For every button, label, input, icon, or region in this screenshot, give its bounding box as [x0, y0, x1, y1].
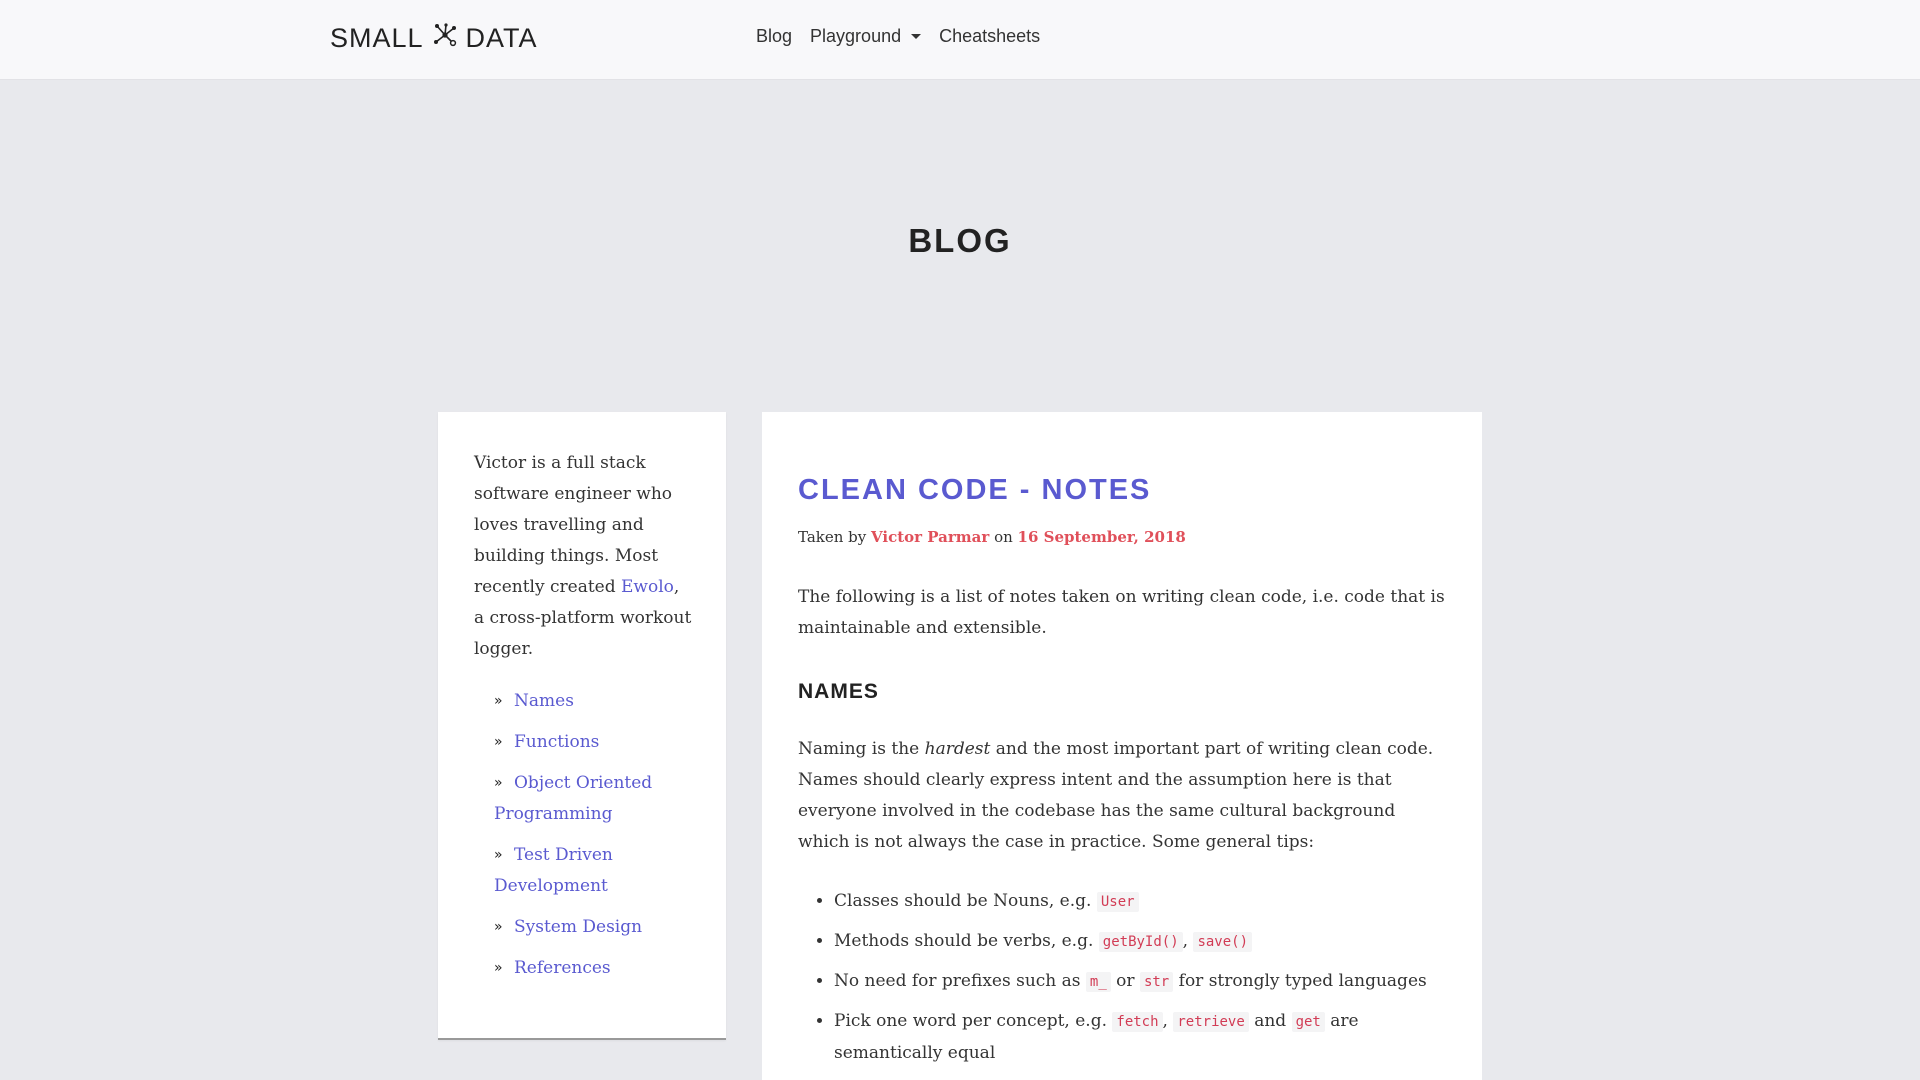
code-snippet: User: [1096, 892, 1139, 912]
tip-separator: ,: [1162, 1011, 1174, 1031]
caret-down-icon[interactable]: [911, 34, 922, 39]
code-snippet: m_: [1085, 972, 1111, 992]
tip-text: for strongly typed languages: [1173, 971, 1427, 991]
code-snippet: getById(): [1098, 932, 1183, 952]
tip-separator: and: [1248, 1011, 1292, 1031]
main-nav: Blog Playground Cheatsheets: [756, 26, 1058, 47]
toc-link-tdd[interactable]: Test Driven Development: [494, 845, 613, 896]
nav-cheatsheets-link[interactable]: Cheatsheets: [939, 26, 1040, 47]
top-navbar: SMALL DATA Blog Playground Cheatsheets: [0, 0, 1920, 80]
nav-playground-dropdown[interactable]: Playground: [810, 26, 922, 47]
toc-link-functions[interactable]: Functions: [514, 732, 599, 752]
code-snippet: fetch: [1112, 1012, 1163, 1032]
section-heading-names: NAMES: [798, 680, 879, 703]
list-item: No need for prefixes such as m_ or str f…: [834, 966, 1448, 998]
toc-item-functions: » Functions: [494, 727, 694, 758]
tip-text: Classes should be Nouns, e.g.: [834, 891, 1097, 911]
toc-item-names: » Names: [494, 686, 694, 717]
ewolo-link[interactable]: Ewolo: [621, 577, 674, 597]
nav-blog-link[interactable]: Blog: [756, 26, 792, 47]
list-item: Methods should be verbs, e.g. getById(),…: [834, 926, 1448, 958]
tip-separator: or: [1110, 971, 1140, 991]
tip-separator: ,: [1182, 931, 1194, 951]
brand-logo-link[interactable]: SMALL DATA: [330, 22, 538, 55]
double-chevron-right-icon: »: [494, 919, 503, 935]
double-chevron-right-icon: »: [494, 775, 503, 791]
code-snippet: retrieve: [1173, 1012, 1249, 1032]
toc-link-references[interactable]: References: [514, 958, 611, 978]
double-chevron-right-icon: »: [494, 734, 503, 750]
list-item: Classes should be Nouns, e.g. User: [834, 886, 1448, 918]
names-emphasis: hardest: [924, 739, 991, 759]
molecule-icon: [432, 22, 458, 55]
toc-item-references: » References: [494, 953, 694, 984]
post-title: CLEAN CODE - NOTES: [798, 474, 1152, 506]
meta-on: on: [989, 528, 1018, 546]
tip-text: No need for prefixes such as: [834, 971, 1086, 991]
bio-prefix: Victor is a full stack software engineer…: [474, 453, 673, 597]
table-of-contents: » Names » Functions » Object Oriented Progr…: [494, 686, 694, 994]
list-item: Pick one word per concept, e.g. fetch, r…: [834, 1006, 1448, 1069]
toc-link-names[interactable]: Names: [514, 691, 574, 711]
code-snippet: save(): [1193, 932, 1253, 952]
code-snippet: str: [1139, 972, 1174, 992]
double-chevron-right-icon: »: [494, 960, 503, 976]
post-intro: The following is a list of notes taken o…: [798, 587, 1445, 638]
tip-text: Pick one word per concept, e.g.: [834, 1011, 1113, 1031]
brand-text-data: DATA: [465, 23, 538, 53]
names-paragraph: Naming is the hardest and the most impor…: [798, 734, 1448, 858]
brand-text-small: SMALL: [330, 23, 424, 53]
naming-tips-list: Classes should be Nouns, e.g. User Metho…: [834, 886, 1448, 1077]
double-chevron-right-icon: »: [494, 693, 503, 709]
tip-text: Methods should be verbs, e.g.: [834, 931, 1099, 951]
author-sidebar-card: Victor is a full stack software engineer…: [438, 412, 726, 1040]
toc-item-system-design: » System Design: [494, 912, 694, 943]
post-author: Victor Parmar: [871, 528, 990, 546]
toc-link-oop[interactable]: Object Oriented Programming: [494, 773, 652, 824]
names-text-1: Naming is the: [798, 739, 925, 759]
nav-playground-label[interactable]: Playground: [810, 26, 901, 47]
post-meta: Taken by Victor Parmar on 16 September, …: [798, 528, 1186, 546]
code-snippet: get: [1291, 1012, 1325, 1032]
toc-item-tdd: » Test Driven Development: [494, 840, 694, 902]
double-chevron-right-icon: »: [494, 847, 503, 863]
toc-item-oop: » Object Oriented Programming: [494, 768, 694, 830]
post-date: 16 September, 2018: [1017, 528, 1186, 546]
article-card: CLEAN CODE - NOTES Taken by Victor Parma…: [762, 412, 1482, 1080]
toc-link-system-design[interactable]: System Design: [514, 917, 642, 937]
author-bio: Victor is a full stack software engineer…: [474, 448, 694, 665]
page-title: BLOG: [908, 222, 1012, 259]
meta-taken-by: Taken by: [798, 528, 872, 546]
